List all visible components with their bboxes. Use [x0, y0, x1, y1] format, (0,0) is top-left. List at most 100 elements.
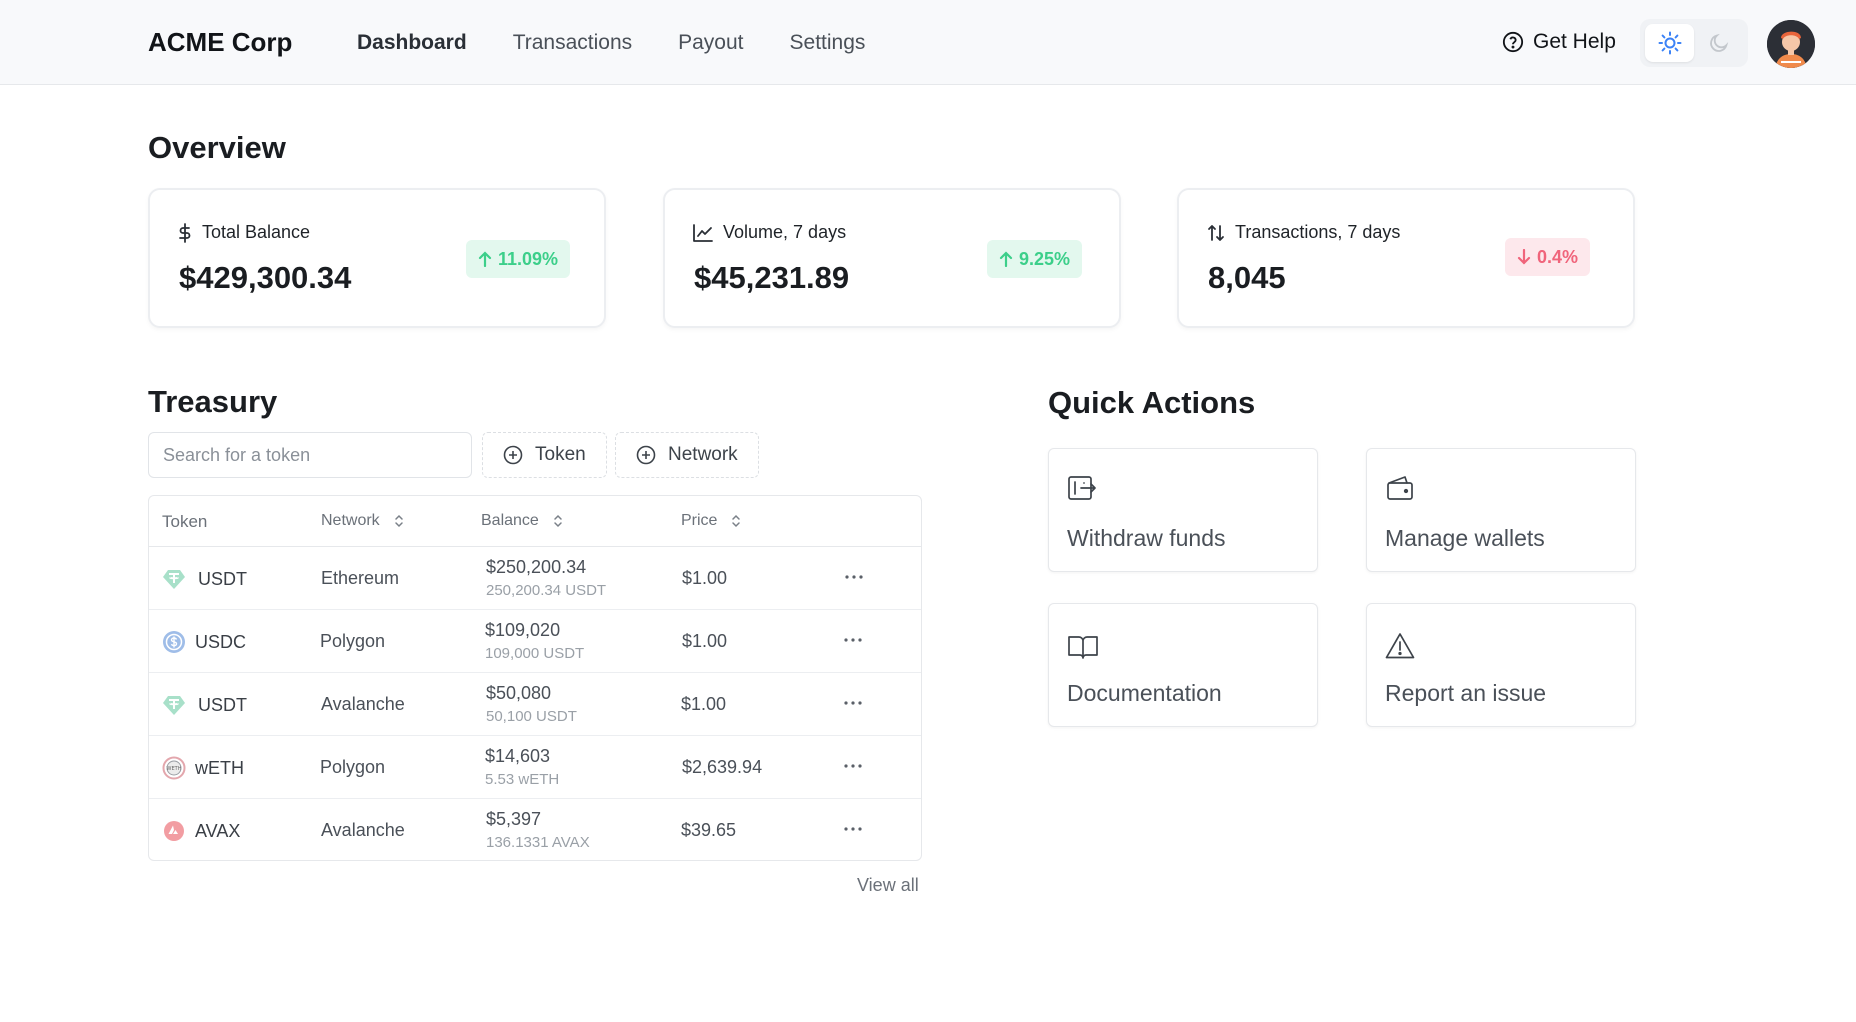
arrow-down-icon: [1517, 249, 1531, 265]
balance-token: 50,100 USDT: [486, 708, 577, 725]
row-actions-button[interactable]: [838, 628, 868, 652]
nav-dashboard[interactable]: Dashboard: [357, 31, 467, 55]
column-header-network[interactable]: Network: [321, 512, 404, 530]
table-row[interactable]: WETH wETH Polygon $14,603 5.53 wETH $2,6…: [149, 736, 921, 799]
trend-down-badge: 0.4%: [1505, 238, 1591, 276]
table-row[interactable]: USDT Ethereum $250,200.34 250,200.34 USD…: [149, 547, 921, 610]
stat-label: Total Balance: [202, 222, 311, 242]
quick-action-label: Report an issue: [1385, 680, 1547, 706]
arrow-up-icon: [478, 251, 492, 267]
help-circle-icon: [1502, 31, 1524, 53]
row-actions-button[interactable]: [838, 754, 868, 778]
withdraw-icon: [1067, 473, 1097, 508]
stat-label: Volume, 7 days: [723, 222, 847, 242]
token-symbol: USDC: [195, 631, 247, 652]
row-actions-button[interactable]: [838, 817, 868, 841]
balance-token: 136.1331 AVAX: [486, 834, 590, 851]
nav-payout[interactable]: Payout: [678, 31, 743, 55]
token-filter-button[interactable]: Token: [482, 432, 607, 478]
token-filter-label: Token: [535, 444, 586, 465]
brand-logo-text[interactable]: ACME Corp: [148, 27, 292, 58]
table-row[interactable]: AVAX Avalanche $5,397 136.1331 AVAX $39.…: [149, 799, 921, 860]
usdc-icon: [162, 630, 186, 654]
avax-icon: [162, 819, 186, 843]
price-cell: $39.65: [681, 820, 737, 840]
balance-token: 250,200.34 USDT: [486, 582, 607, 599]
column-header-label: Network: [321, 512, 380, 529]
documentation-card[interactable]: Documentation: [1048, 603, 1318, 727]
avatar-illustration-icon: [1767, 20, 1815, 68]
theme-toggle: [1640, 19, 1748, 67]
network-filter-button[interactable]: Network: [615, 432, 759, 478]
trend-value: 9.25%: [1019, 248, 1071, 269]
withdraw-funds-card[interactable]: Withdraw funds: [1048, 448, 1318, 572]
row-actions-button[interactable]: [839, 565, 869, 589]
sun-icon: [1658, 31, 1681, 55]
column-header-label: Balance: [481, 512, 539, 529]
network-filter-label: Network: [668, 444, 738, 465]
price-cell: $1.00: [681, 694, 727, 714]
moon-icon: [1709, 33, 1728, 52]
stat-label-row: Volume, 7 days: [693, 222, 846, 243]
stat-card-total-balance: Total Balance $429,300.34 11.09%: [148, 188, 606, 328]
column-header-price[interactable]: Price: [681, 512, 741, 530]
stat-label-row: Transactions, 7 days: [1207, 222, 1400, 243]
trend-value: 0.4%: [1537, 246, 1579, 267]
sort-icon: [394, 514, 403, 528]
balance-usd: $50,080: [486, 683, 552, 703]
quick-actions-title: Quick Actions: [1048, 385, 1256, 420]
book-icon: [1067, 634, 1099, 665]
balance-usd: $14,603: [485, 746, 551, 766]
network-cell: Ethereum: [321, 568, 400, 588]
stat-card-transactions: Transactions, 7 days 8,045 0.4%: [1177, 188, 1635, 328]
column-header-token[interactable]: Token: [162, 512, 207, 532]
table-row[interactable]: USDC Polygon $109,020 109,000 USDT $1.00: [149, 610, 921, 673]
sort-arrows-icon: [1208, 224, 1224, 241]
price-cell: $1.00: [682, 568, 728, 588]
warning-icon: [1385, 632, 1415, 665]
light-mode-button[interactable]: [1645, 24, 1694, 62]
table-row[interactable]: USDT Avalanche $50,080 50,100 USDT $1.00: [149, 673, 921, 736]
user-avatar[interactable]: [1767, 20, 1815, 68]
report-issue-card[interactable]: Report an issue: [1366, 603, 1636, 727]
stat-label: Transactions, 7 days: [1235, 222, 1401, 242]
more-horizontal-icon: [844, 638, 862, 642]
get-help-button[interactable]: Get Help: [1502, 30, 1616, 54]
token-cell: USDT: [162, 693, 247, 717]
stat-value: $45,231.89: [694, 260, 850, 295]
more-horizontal-icon: [844, 827, 862, 831]
overview-title: Overview: [148, 130, 286, 165]
price-cell: $2,639.94: [682, 757, 763, 777]
stat-value: $429,300.34: [179, 260, 352, 295]
manage-wallets-card[interactable]: Manage wallets: [1366, 448, 1636, 572]
trend-up-badge: 9.25%: [987, 240, 1083, 278]
nav-transactions[interactable]: Transactions: [513, 31, 632, 55]
token-cell: USDT: [162, 567, 247, 591]
stat-value: 8,045: [1208, 260, 1286, 295]
dark-mode-button[interactable]: [1694, 24, 1743, 62]
quick-action-label: Withdraw funds: [1067, 525, 1226, 551]
sort-icon: [732, 514, 741, 528]
balance-usd: $5,397: [486, 809, 542, 829]
quick-action-label: Manage wallets: [1385, 525, 1545, 551]
stat-label-row: Total Balance: [178, 222, 310, 243]
token-search-input[interactable]: [148, 432, 472, 478]
column-header-label: Price: [681, 512, 718, 529]
treasury-title: Treasury: [148, 384, 278, 419]
token-symbol: USDT: [198, 568, 247, 589]
token-cell: WETH wETH: [162, 756, 244, 780]
row-actions-button[interactable]: [838, 691, 868, 715]
balance-usd: $250,200.34: [486, 557, 587, 577]
get-help-label: Get Help: [1533, 30, 1616, 53]
network-cell: Polygon: [320, 631, 386, 651]
column-header-label: Token: [162, 512, 208, 531]
token-symbol: wETH: [195, 757, 244, 778]
nav-settings[interactable]: Settings: [790, 31, 866, 55]
arrow-up-icon: [999, 251, 1013, 267]
svg-text:WETH: WETH: [167, 766, 182, 772]
token-cell: USDC: [162, 630, 246, 654]
more-horizontal-icon: [844, 701, 862, 705]
view-all-link[interactable]: View all: [857, 875, 919, 896]
column-header-balance[interactable]: Balance: [481, 512, 563, 530]
top-navbar: ACME Corp Dashboard Transactions Payout …: [0, 0, 1856, 85]
